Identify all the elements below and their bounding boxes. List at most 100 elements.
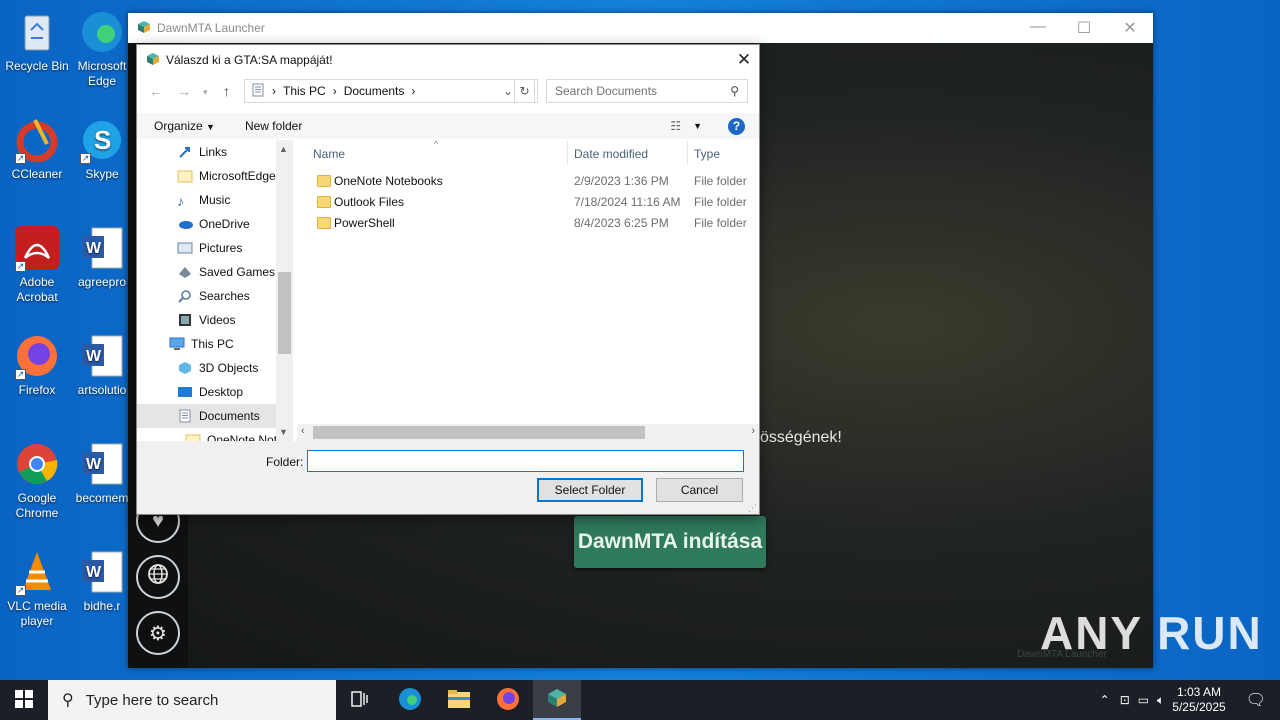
desktop-icon-chrome[interactable]: Google Chrome (0, 440, 74, 521)
search-input[interactable]: Search Documents (555, 84, 657, 98)
taskbar-dawnmta-launcher[interactable] (533, 680, 581, 720)
forward-arrow-icon[interactable]: → (177, 83, 191, 99)
column-header-date[interactable]: Date modified (574, 147, 648, 161)
nav-item-pictures[interactable]: Pictures (177, 236, 242, 260)
view-dropdown-icon[interactable]: ▼ (693, 121, 702, 131)
chevron-up-icon[interactable]: ⌃ (1100, 693, 1110, 707)
taskbar-search[interactable]: ⚲ Type here to search (48, 680, 336, 720)
row-type: File folder (694, 195, 747, 209)
dialog-close-button[interactable]: ✕ (729, 50, 759, 70)
file-list-row[interactable]: Outlook Files 7/18/2024 11:16 AM File fo… (297, 192, 759, 213)
organize-menu[interactable]: Organize ▼ (154, 119, 215, 133)
word-document-icon: W (78, 332, 126, 380)
videos-icon (177, 313, 193, 327)
sort-ascending-icon: ^ (434, 139, 439, 149)
recent-locations-chevron-icon[interactable]: ▾ (203, 87, 208, 98)
notifications-icon[interactable]: 🗨︎ (1246, 690, 1266, 710)
navigation-pane-scrollbar[interactable]: ▲ ▼ (276, 140, 293, 441)
resize-grip-icon[interactable]: ⋰ (748, 503, 757, 514)
nav-item-3d-objects[interactable]: 3D Objects (177, 356, 258, 380)
scrollbar-thumb[interactable] (278, 272, 291, 354)
windows-icon (15, 689, 33, 711)
navigation-pane: Links MicrosoftEdge ♪ Music OneDrive Pic… (137, 140, 292, 441)
start-button[interactable] (0, 680, 48, 720)
breadcrumb-documents[interactable]: Documents (344, 84, 405, 98)
file-list-scrollbar[interactable]: ‹ › (297, 424, 759, 441)
network-icon[interactable]: ▭ (1138, 693, 1149, 707)
folder-picker-dialog: Válaszd ki a GTA:SA mappáját! ✕ ← → ▾ ↑ … (136, 44, 760, 515)
nav-item-saved-games[interactable]: Saved Games (177, 260, 275, 284)
desktop-icon-acrobat[interactable]: ↗ Adobe Acrobat (0, 224, 74, 305)
file-list-row[interactable]: PowerShell 8/4/2023 6:25 PM File folder (297, 213, 759, 234)
file-list-row[interactable]: OneNote Notebooks 2/9/2023 1:36 PM File … (297, 171, 759, 192)
desktop-icon-firefox[interactable]: ↗ Firefox (0, 332, 74, 398)
links-icon (177, 145, 193, 159)
folder-input[interactable] (307, 450, 744, 472)
view-options-icon[interactable]: ☷ (670, 119, 681, 133)
breadcrumb-this-pc[interactable]: This PC (283, 84, 326, 98)
taskbar-search-input[interactable]: Type here to search (86, 692, 219, 709)
launcher-titlebar[interactable]: DawnMTA Launcher — ☐ ✕ (128, 13, 1153, 43)
back-arrow-icon[interactable]: ← (149, 83, 163, 99)
shortcut-arrow-icon: ↗ (15, 153, 26, 164)
volume-icon[interactable]: 🔈︎ (1157, 693, 1164, 708)
dialog-title: Válaszd ki a GTA:SA mappáját! (166, 53, 333, 67)
globe-icon (147, 563, 169, 591)
column-header-name[interactable]: Name (313, 147, 345, 161)
nav-item-microsoftedge[interactable]: MicrosoftEdge (177, 164, 276, 188)
scroll-down-icon[interactable]: ▼ (279, 427, 288, 437)
scrollbar-thumb[interactable] (313, 426, 645, 439)
nav-item-label: Music (199, 193, 231, 207)
taskbar-edge[interactable] (386, 680, 434, 720)
settings-button[interactable]: ⚙ (136, 611, 180, 655)
desktop-icon-agreepro[interactable]: W agreepro (74, 224, 130, 290)
nav-item-videos[interactable]: Videos (177, 308, 235, 332)
task-view-button[interactable] (336, 680, 384, 720)
nav-item-documents[interactable]: Documents (137, 404, 276, 428)
scroll-right-icon[interactable]: › (751, 425, 755, 437)
refresh-button[interactable]: ↻ (514, 79, 535, 103)
desktop-icon-becomem[interactable]: W becomem (74, 440, 130, 506)
globe-button[interactable] (136, 555, 180, 599)
music-icon: ♪ (177, 193, 184, 209)
row-date: 8/4/2023 6:25 PM (574, 216, 669, 230)
taskbar-firefox[interactable] (484, 680, 532, 720)
desktop-icon-label: Recycle Bin (5, 59, 69, 73)
nav-item-searches[interactable]: Searches (177, 284, 250, 308)
scroll-up-icon[interactable]: ▲ (279, 144, 288, 154)
new-folder-button[interactable]: New folder (245, 119, 302, 133)
nav-item-this-pc[interactable]: This PC (169, 332, 234, 356)
nav-item-label: Videos (199, 313, 236, 327)
start-dawnmta-button[interactable]: DawnMTA indítása (574, 516, 766, 568)
minimize-button[interactable]: — (1015, 18, 1061, 38)
network-adapter-icon[interactable]: ⊡ (1120, 693, 1130, 707)
nav-item-onedrive[interactable]: OneDrive (177, 212, 250, 236)
up-arrow-icon[interactable]: ↑ (223, 83, 230, 99)
desktop-icon-bidhe[interactable]: W bidhe.r (74, 548, 130, 614)
search-box[interactable]: Search Documents ⚲ (546, 79, 748, 103)
folder-icon (317, 217, 331, 229)
desktop-icon-recycle-bin[interactable]: Recycle Bin (0, 8, 74, 74)
dialog-titlebar[interactable]: Válaszd ki a GTA:SA mappáját! ✕ (137, 45, 759, 75)
desktop-icon-edge[interactable]: Microsoft Edge (74, 8, 130, 89)
close-button[interactable]: ✕ (1107, 18, 1153, 38)
column-header-type[interactable]: Type (694, 147, 720, 161)
nav-item-desktop[interactable]: Desktop (177, 380, 243, 404)
desktop-icon-artsolutio[interactable]: W artsolutio (74, 332, 130, 398)
taskbar: ⚲ Type here to search ⌃ ⊡ ▭ 🔈︎ 1:03 AM 5… (0, 680, 1280, 720)
address-bar[interactable]: › This PC › Documents › ⌄ (244, 79, 538, 103)
help-icon[interactable]: ? (728, 117, 745, 135)
nav-item-links[interactable]: Links (177, 140, 227, 164)
desktop-icon-skype[interactable]: S ↗ Skype (74, 116, 130, 182)
nav-item-onenote[interactable]: OneNote Not (185, 428, 277, 441)
taskbar-file-explorer[interactable] (435, 680, 483, 720)
clock[interactable]: 1:03 AM 5/25/2025 (1172, 685, 1225, 715)
maximize-button[interactable]: ☐ (1061, 18, 1107, 38)
desktop-icon-vlc[interactable]: ↗ VLC media player (0, 548, 74, 629)
desktop-icon-ccleaner[interactable]: ↗ CCleaner (0, 116, 74, 182)
saved-games-icon (177, 265, 193, 279)
select-folder-button[interactable]: Select Folder (537, 478, 643, 502)
cancel-button[interactable]: Cancel (656, 478, 743, 502)
nav-item-music[interactable]: ♪ Music (177, 188, 230, 212)
scroll-left-icon[interactable]: ‹ (301, 425, 305, 437)
